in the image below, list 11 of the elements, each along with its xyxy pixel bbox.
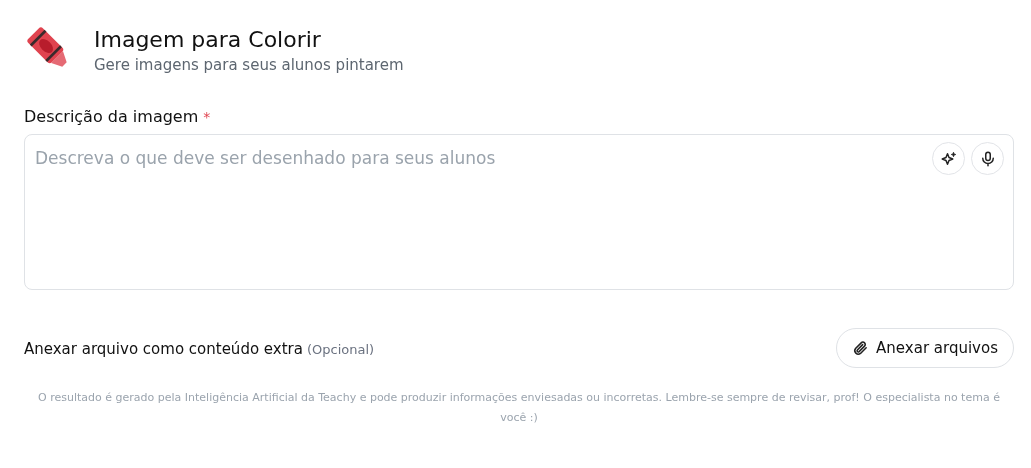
optional-note: (Opcional): [306, 341, 375, 357]
attachment-label: Anexar arquivo como conteúdo extra: [24, 339, 303, 358]
disclaimer-text: O resultado é gerado pela Inteligência Artificial da Teachy e pode produzir informações enviesadas ou incorretas. Lembre-se sempre de revisar, prof! O especialista no tema é você :): [37, 390, 1001, 426]
attach-files-button[interactable]: Anexar arquivos: [836, 328, 1014, 368]
page-title: Imagem para Colorir: [94, 25, 322, 54]
description-field[interactable]: Descreva o que deve ser desenhado para seus alunos: [24, 134, 1014, 290]
required-mark: *: [203, 109, 211, 125]
sparkle-icon: [939, 149, 958, 168]
paperclip-icon: [852, 339, 870, 357]
page-subtitle: Gere imagens para seus alunos pintarem: [94, 55, 404, 74]
field-label: Descrição da imagem: [24, 107, 199, 126]
